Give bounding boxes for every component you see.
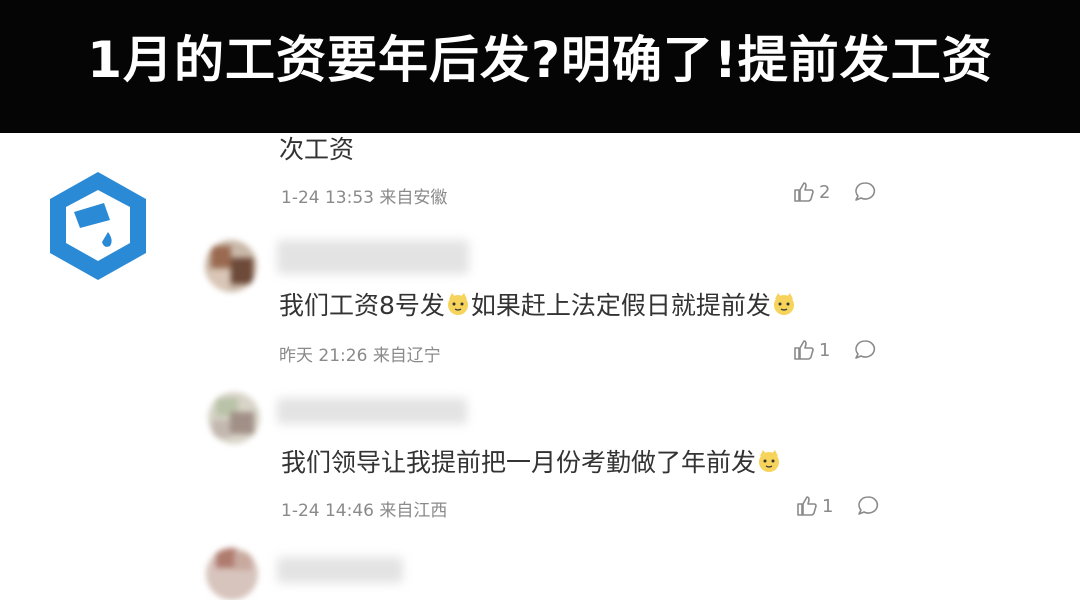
title-banner: 1月的工资要年后发?明确了!提前发工资: [0, 0, 1080, 133]
comment-text: 我们领导让我提前把一月份考勤做了年前发: [281, 443, 782, 479]
comment-icon[interactable]: [857, 495, 879, 517]
comment-meta: 昨天 21:26 来自辽宁: [279, 341, 441, 366]
comment-meta: 1-24 14:46 来自江西: [281, 496, 447, 521]
like-count: 2: [819, 181, 831, 203]
avatar[interactable]: [208, 392, 260, 444]
comment-icon[interactable]: [854, 181, 876, 203]
comment-location: 来自安徽: [379, 188, 448, 208]
username-blurred[interactable]: [277, 398, 467, 424]
comment-actions: 1: [793, 339, 876, 361]
comment-text: 次工资: [279, 135, 355, 164]
username-blurred[interactable]: [277, 240, 469, 274]
username-blurred[interactable]: [277, 557, 403, 583]
comment-time: 1-24 14:46: [281, 501, 374, 521]
comment-time: 昨天 21:26: [279, 346, 368, 366]
thumbs-up-icon[interactable]: [793, 181, 815, 203]
comment-location: 来自江西: [379, 501, 448, 521]
comment-actions: 2: [793, 181, 876, 203]
comment-text-part: 我们领导让我提前把一月份考勤做了年前发: [281, 448, 757, 477]
comment-location: 来自辽宁: [372, 346, 441, 366]
logo-icon: [50, 172, 146, 280]
comment-text-part: 我们工资8号发: [279, 291, 445, 320]
cat-emoji-icon: [759, 450, 780, 472]
comment-text: 我们工资8号发 如果赶上法定假日就提前发: [279, 286, 797, 322]
comment-text-part: 如果赶上法定假日就提前发: [470, 291, 771, 320]
comment-meta: 1-24 13:53 来自安徽: [281, 183, 447, 208]
banner-title: 1月的工资要年后发?明确了!提前发工资: [87, 31, 993, 89]
cat-emoji-icon: [447, 293, 468, 315]
avatar[interactable]: [206, 548, 258, 600]
thumbs-up-icon[interactable]: [796, 495, 818, 517]
comment-icon[interactable]: [854, 339, 876, 361]
comment-actions: 1: [796, 495, 879, 517]
like-count: 1: [819, 339, 831, 361]
comment-time: 1-24 13:53: [281, 188, 374, 208]
like-count: 1: [822, 495, 834, 517]
thumbs-up-icon[interactable]: [793, 339, 815, 361]
avatar[interactable]: [205, 240, 257, 292]
cat-emoji-icon: [773, 293, 794, 315]
